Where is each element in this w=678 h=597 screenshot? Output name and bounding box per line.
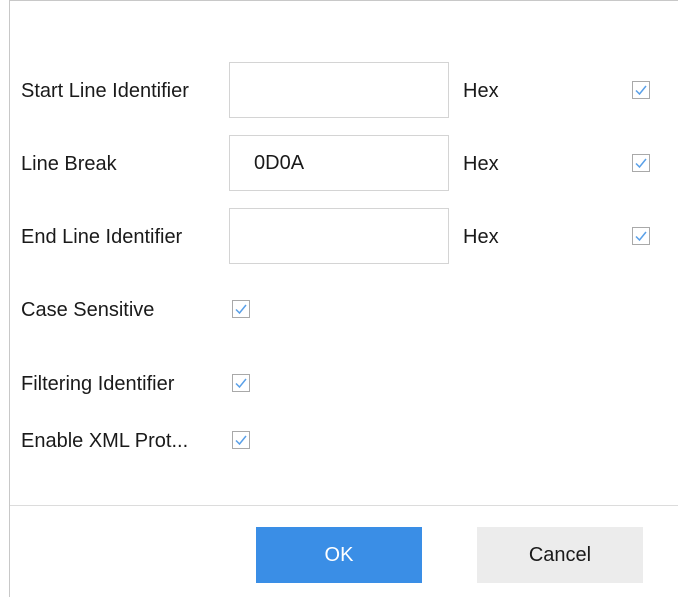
end-line-identifier-input[interactable] <box>229 208 449 264</box>
checkmark-icon <box>635 158 647 169</box>
enable-xml-protocol-checkbox[interactable] <box>232 431 250 449</box>
start-line-identifier-label: Start Line Identifier <box>21 80 189 102</box>
checkmark-icon <box>635 85 647 96</box>
filtering-identifier-label: Filtering Identifier <box>21 373 175 395</box>
checkmark-icon <box>235 304 247 315</box>
checkmark-icon <box>235 435 247 446</box>
line-break-label: Line Break <box>21 153 117 175</box>
line-break-checkbox[interactable] <box>632 154 650 172</box>
checkmark-icon <box>235 378 247 389</box>
footer-divider <box>10 505 678 506</box>
line-break-unit: Hex <box>463 153 499 175</box>
start-line-identifier-checkbox[interactable] <box>632 81 650 99</box>
case-sensitive-label: Case Sensitive <box>21 299 155 321</box>
filtering-identifier-checkbox[interactable] <box>232 374 250 392</box>
enable-xml-protocol-label: Enable XML Prot... <box>21 430 189 452</box>
end-line-identifier-unit: Hex <box>463 226 499 248</box>
start-line-identifier-unit: Hex <box>463 80 499 102</box>
checkmark-icon <box>635 231 647 242</box>
case-sensitive-checkbox[interactable] <box>232 300 250 318</box>
start-line-identifier-input[interactable] <box>229 62 449 118</box>
end-line-identifier-label: End Line Identifier <box>21 226 183 248</box>
line-break-input[interactable]: 0D0A <box>229 135 449 191</box>
cancel-button[interactable]: Cancel <box>477 527 643 583</box>
ok-button[interactable]: OK <box>256 527 422 583</box>
end-line-identifier-checkbox[interactable] <box>632 227 650 245</box>
